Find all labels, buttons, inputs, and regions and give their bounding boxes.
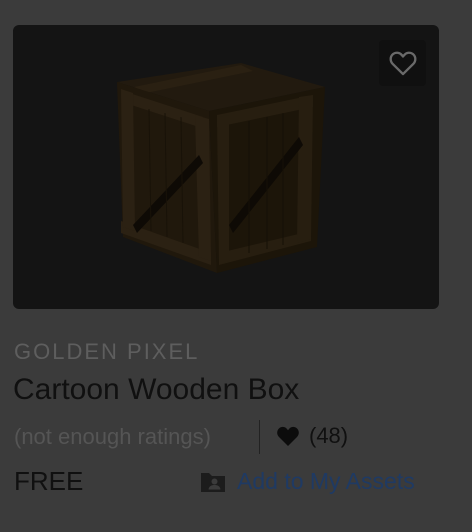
wooden-box-image [117, 63, 325, 273]
asset-title[interactable]: Cartoon Wooden Box [13, 373, 299, 407]
folder-user-icon [201, 472, 225, 492]
publisher-name[interactable]: GOLDEN PIXEL [14, 339, 199, 365]
asset-thumbnail[interactable] [13, 25, 439, 309]
add-to-my-assets-button[interactable]: Add to My Assets [199, 468, 415, 495]
price-label: FREE [14, 466, 84, 496]
heart-filled-icon [277, 426, 299, 446]
likes-count-label: (48) [309, 423, 349, 448]
asset-card[interactable]: GOLDEN PIXEL Cartoon Wooden Box (not eno… [0, 0, 472, 532]
favorite-button[interactable] [379, 40, 426, 86]
heart-outline-icon [389, 51, 416, 76]
ratings-text: (not enough ratings) [14, 424, 211, 449]
add-to-my-assets-label: Add to My Assets [237, 468, 415, 494]
likes-count: (48) [275, 423, 348, 449]
divider [259, 420, 260, 454]
